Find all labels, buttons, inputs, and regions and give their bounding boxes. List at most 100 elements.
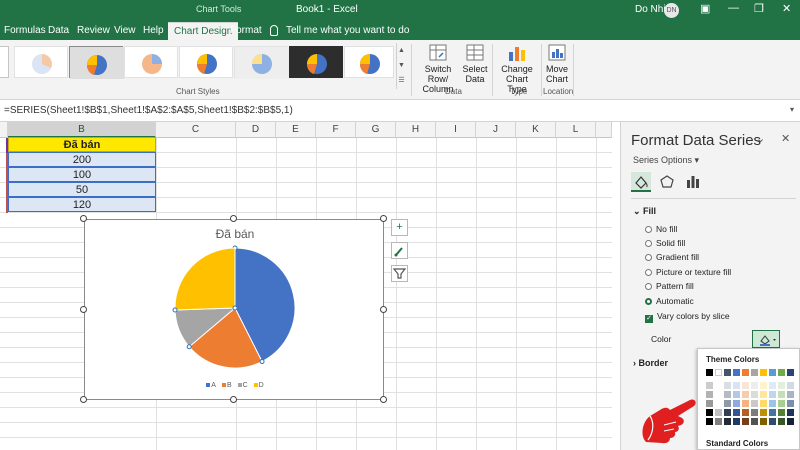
color-swatch[interactable] — [733, 409, 740, 416]
color-swatch[interactable] — [724, 369, 731, 376]
gallery-scroll[interactable]: ▲ ▼ ☰ — [396, 43, 406, 89]
color-swatch[interactable] — [769, 409, 776, 416]
fill-line-tab-icon[interactable] — [631, 172, 651, 192]
color-swatch[interactable] — [706, 369, 713, 376]
color-swatch[interactable] — [715, 391, 722, 398]
chart-style-5[interactable] — [234, 46, 289, 79]
color-swatch[interactable] — [760, 418, 767, 425]
col-header-a-partial[interactable] — [0, 122, 8, 138]
legend-item-d[interactable]: D — [253, 382, 264, 389]
color-swatch[interactable] — [733, 391, 740, 398]
pane-close-icon[interactable]: ✕ — [781, 132, 790, 145]
effects-tab-icon[interactable] — [657, 172, 677, 192]
tab-chart-design[interactable]: Chart Design — [168, 22, 239, 40]
resize-handle-e[interactable] — [380, 306, 387, 313]
color-swatch[interactable] — [769, 369, 776, 376]
color-swatch[interactable] — [760, 382, 767, 389]
color-swatch[interactable] — [778, 369, 785, 376]
col-header-g[interactable]: G — [356, 122, 396, 138]
color-swatch[interactable] — [760, 369, 767, 376]
color-swatch[interactable] — [778, 409, 785, 416]
color-swatch[interactable] — [742, 369, 749, 376]
color-swatch[interactable] — [769, 418, 776, 425]
color-swatch[interactable] — [760, 391, 767, 398]
chart-style-6[interactable] — [289, 46, 343, 78]
legend-item-b[interactable]: B — [221, 382, 232, 389]
col-header-d[interactable]: D — [236, 122, 276, 138]
fill-option-solid[interactable]: Solid fill — [645, 238, 685, 248]
color-swatch[interactable] — [760, 400, 767, 407]
color-swatch[interactable] — [751, 369, 758, 376]
color-swatch[interactable] — [742, 409, 749, 416]
color-swatch[interactable] — [742, 400, 749, 407]
avatar[interactable]: DN — [664, 3, 679, 18]
color-swatch[interactable] — [742, 391, 749, 398]
chart-styles-brush-icon[interactable] — [391, 242, 408, 259]
color-swatch[interactable] — [715, 418, 722, 425]
series-options-dropdown[interactable]: Series Options ▾ — [633, 155, 699, 166]
move-chart-button[interactable]: Move Chart — [543, 44, 571, 84]
resize-handle-nw[interactable] — [80, 215, 87, 222]
gallery-more-icon[interactable]: ☰ — [397, 73, 406, 88]
color-swatch[interactable] — [724, 382, 731, 389]
color-swatch[interactable] — [769, 391, 776, 398]
resize-handle-sw[interactable] — [80, 396, 87, 403]
col-header-l[interactable]: L — [556, 122, 596, 138]
series-options-tab-icon[interactable] — [683, 172, 703, 192]
color-swatch[interactable] — [751, 400, 758, 407]
color-swatch[interactable] — [724, 418, 731, 425]
chart-style-4[interactable] — [179, 46, 233, 78]
color-swatch[interactable] — [787, 409, 794, 416]
cell-b3[interactable]: 100 — [8, 167, 156, 182]
slice-selection-handle[interactable] — [172, 307, 178, 313]
legend-item-c[interactable]: C — [237, 382, 248, 389]
chart-elements-plus-icon[interactable]: + — [391, 219, 408, 236]
col-header-c[interactable]: C — [156, 122, 236, 138]
color-swatch[interactable] — [751, 382, 758, 389]
vary-colors-option[interactable]: ✓ Vary colors by slice — [645, 311, 730, 323]
chart-style-7[interactable] — [344, 46, 394, 78]
col-header-j[interactable]: J — [476, 122, 516, 138]
tell-me-search[interactable]: Tell me what you want to do — [286, 25, 409, 36]
color-swatch[interactable] — [715, 369, 722, 376]
fill-option-gradient[interactable]: Gradient fill — [645, 252, 699, 262]
legend-item-a[interactable]: A — [206, 382, 216, 389]
slice-selection-handle[interactable] — [232, 305, 238, 311]
color-swatch[interactable] — [787, 382, 794, 389]
user-name[interactable]: Do Nhi — [635, 4, 666, 15]
color-swatch[interactable] — [733, 369, 740, 376]
border-section-header[interactable]: › Border — [633, 358, 668, 368]
col-header-b[interactable]: B — [8, 122, 156, 138]
select-data-button[interactable]: Select Data — [462, 44, 488, 84]
radio-solid-fill[interactable] — [645, 240, 652, 247]
col-header-h[interactable]: H — [396, 122, 436, 138]
color-swatch[interactable] — [751, 409, 758, 416]
restore-button[interactable]: ❐ — [754, 2, 764, 15]
color-swatch[interactable] — [778, 418, 785, 425]
col-header-f[interactable]: F — [316, 122, 356, 138]
scroll-down-icon[interactable]: ▼ — [397, 58, 406, 73]
color-swatch[interactable] — [787, 400, 794, 407]
color-swatch[interactable] — [715, 400, 722, 407]
col-header-k[interactable]: K — [516, 122, 556, 138]
chevron-down-icon[interactable]: ▾ — [790, 105, 794, 114]
tab-help[interactable]: Help — [143, 25, 164, 36]
vary-colors-checkbox[interactable]: ✓ — [645, 315, 653, 323]
slice-selection-handle[interactable] — [186, 344, 192, 350]
color-swatch[interactable] — [733, 400, 740, 407]
fill-option-picture[interactable]: Picture or texture fill — [645, 267, 731, 277]
tab-view[interactable]: View — [114, 25, 136, 36]
chart-style-3[interactable] — [124, 46, 178, 78]
resize-handle-w[interactable] — [80, 306, 87, 313]
formula-text[interactable]: =SERIES(Sheet1!$B$1,Sheet1!$A$2:$A$5,She… — [4, 105, 293, 116]
color-swatch[interactable] — [706, 382, 713, 389]
color-swatch[interactable] — [742, 418, 749, 425]
color-swatch[interactable] — [724, 400, 731, 407]
color-swatch[interactable] — [733, 418, 740, 425]
color-swatch[interactable] — [787, 369, 794, 376]
color-swatch[interactable] — [769, 400, 776, 407]
ribbon-display-icon[interactable]: ▣ — [700, 2, 710, 15]
color-swatch[interactable] — [787, 391, 794, 398]
fill-option-automatic[interactable]: Automatic — [645, 296, 694, 306]
color-swatch[interactable] — [751, 418, 758, 425]
